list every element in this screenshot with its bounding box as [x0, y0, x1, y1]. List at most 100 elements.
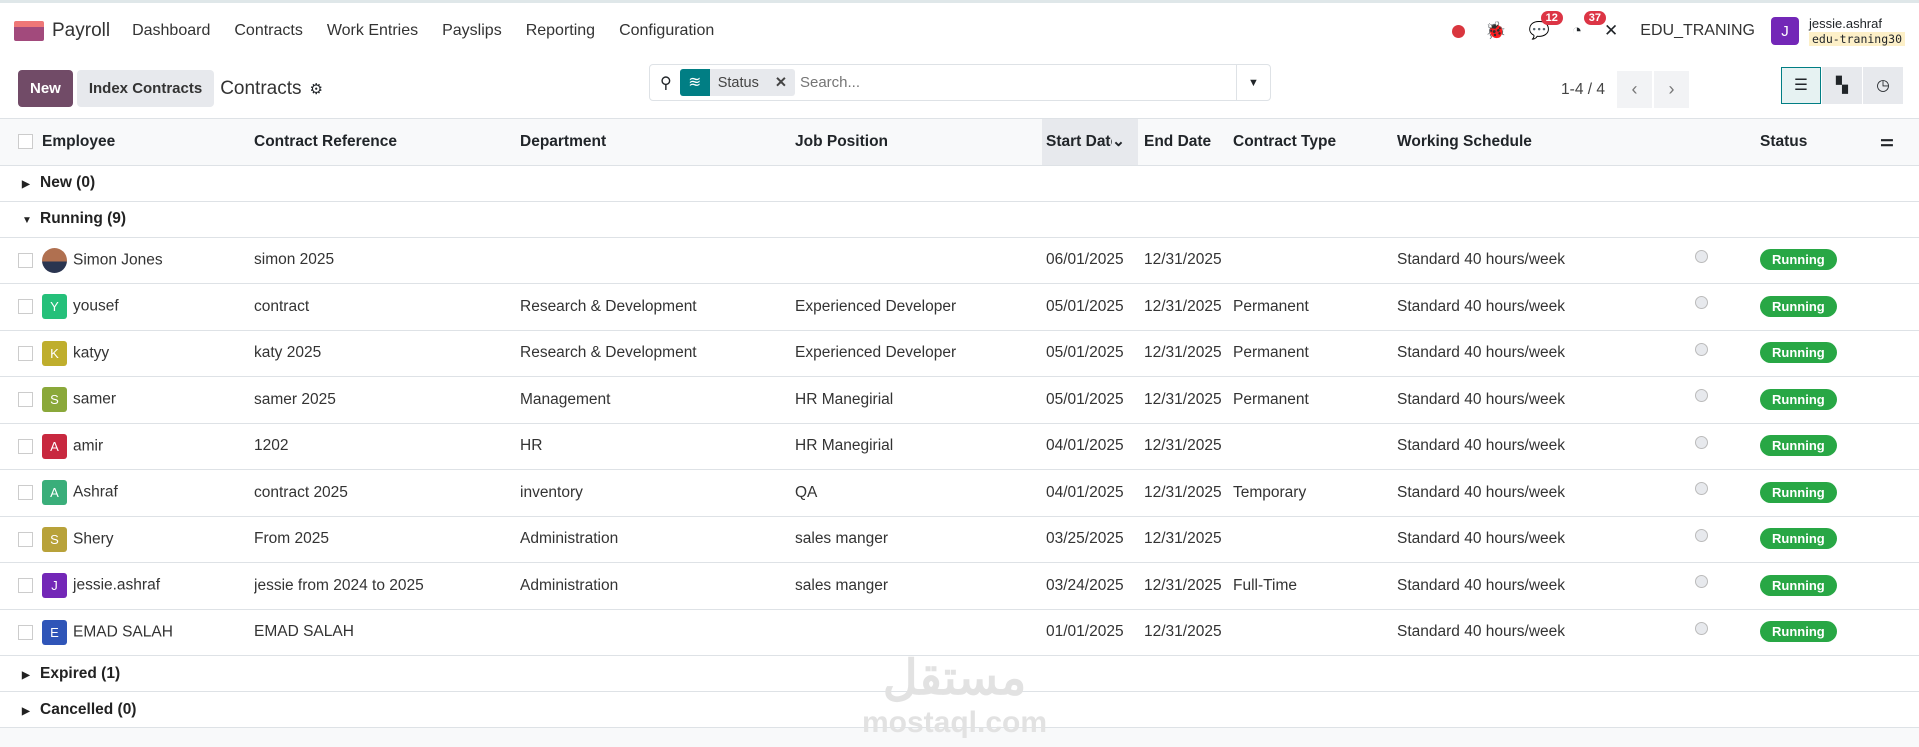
group-label: Expired (1) — [40, 664, 121, 682]
table-row[interactable]: A Ashraf contract 2025 inventory QA 04/01… — [0, 469, 1919, 517]
menu-contracts[interactable]: Contracts — [234, 22, 302, 40]
menu-configuration[interactable]: Configuration — [619, 22, 714, 40]
gear-icon[interactable]: ⚙ — [310, 80, 323, 98]
status-badge: Running — [1760, 435, 1837, 457]
app-name[interactable]: Payroll — [52, 20, 110, 42]
group-expired[interactable]: ▶ Expired (1) — [0, 655, 1919, 692]
working-schedule: Standard 40 hours/week — [1397, 330, 1667, 377]
start-date: 03/25/2025 — [1042, 516, 1138, 563]
row-checkbox[interactable] — [18, 299, 33, 315]
kanban-state-icon[interactable] — [1695, 296, 1708, 309]
col-job-position[interactable]: Job Position — [795, 119, 1042, 166]
status-badge: Running — [1760, 574, 1837, 596]
recording-dot-icon[interactable] — [1452, 24, 1466, 38]
menu-dashboard[interactable]: Dashboard — [132, 22, 210, 40]
group-label: Running (9) — [40, 210, 127, 227]
department: Administration — [520, 562, 795, 610]
group-running[interactable]: ▼ Running (9) — [0, 201, 1919, 238]
contract-type — [1233, 237, 1397, 284]
table-row[interactable]: S Shery From 2025 Administration sales ma… — [0, 516, 1919, 563]
col-working-schedule[interactable]: Working Schedule — [1397, 119, 1667, 166]
col-employee[interactable]: Employee — [42, 119, 254, 166]
row-checkbox[interactable] — [18, 252, 33, 268]
table-row[interactable]: Ssamer samer 2025 Management HR Manegiri… — [0, 376, 1919, 424]
col-department[interactable]: Department — [520, 119, 795, 166]
group-new[interactable]: ▶ New (0) — [0, 165, 1919, 202]
job-position: HR Manegirial — [795, 423, 1042, 470]
caret-right-icon: ▶ — [22, 179, 30, 190]
row-checkbox[interactable] — [18, 531, 33, 547]
table-row[interactable]: Kkatyy katy 2025 Research & Development … — [0, 330, 1919, 377]
menu-payslips[interactable]: Payslips — [442, 22, 502, 40]
list-view-button[interactable]: ☰ — [1781, 67, 1821, 104]
select-all-checkbox[interactable] — [18, 134, 33, 150]
optional-columns-icon[interactable]: ⚌ — [1880, 119, 1919, 166]
payroll-app-icon[interactable] — [14, 21, 44, 41]
user-avatar[interactable]: J — [1770, 17, 1799, 45]
job-position: sales manger — [795, 562, 1042, 610]
end-date: 12/31/2025 — [1138, 516, 1233, 563]
page-title: Contracts — [220, 77, 302, 99]
search-options-toggle[interactable]: ▼ — [1236, 65, 1270, 100]
contract-type — [1233, 516, 1397, 563]
menu-reporting[interactable]: Reporting — [526, 22, 595, 40]
user-menu[interactable]: jessie.ashraf edu-traning30 — [1808, 16, 1905, 47]
working-schedule: Standard 40 hours/week — [1397, 237, 1667, 284]
col-end-date[interactable]: End Date — [1138, 119, 1233, 166]
status-badge: Running — [1760, 295, 1837, 317]
row-checkbox[interactable] — [18, 345, 33, 361]
bug-icon[interactable]: 🐞 — [1485, 21, 1506, 41]
kanban-state-icon[interactable] — [1695, 528, 1708, 542]
menu-work-entries[interactable]: Work Entries — [327, 22, 418, 40]
table-row[interactable]: Jjessie.ashraf jessie from 2024 to 2025 … — [0, 562, 1919, 610]
activities-clock-icon[interactable]: ◔ 37 — [1572, 11, 1607, 41]
activity-view-button[interactable]: ◷ — [1863, 67, 1903, 104]
company-switcher[interactable]: EDU_TRANING — [1640, 22, 1755, 40]
status-facet[interactable]: ≋ Status ✕ — [679, 69, 795, 96]
col-status[interactable]: Status — [1760, 119, 1880, 166]
start-date: 05/01/2025 — [1042, 330, 1138, 377]
row-checkbox[interactable] — [18, 438, 33, 454]
department: HR — [520, 423, 795, 470]
row-checkbox[interactable] — [18, 392, 33, 408]
new-button[interactable]: New — [18, 70, 73, 107]
job-position: sales manger — [795, 516, 1042, 563]
col-contract-reference[interactable]: Contract Reference — [254, 119, 520, 166]
pager-value[interactable]: 1-4 / 4 — [1561, 81, 1605, 99]
pager-previous-button[interactable]: ‹ — [1617, 71, 1652, 108]
kanban-state-icon[interactable] — [1695, 575, 1708, 588]
contract-reference: contract 2025 — [254, 469, 520, 517]
kanban-state-icon[interactable] — [1695, 249, 1708, 263]
table-row[interactable]: Aamir 1202 HR HR Manegirial 04/01/2025 1… — [0, 423, 1919, 470]
table-row[interactable]: Yyousef contract Research & Development … — [0, 283, 1919, 331]
row-checkbox[interactable] — [18, 485, 33, 501]
working-schedule: Standard 40 hours/week — [1397, 283, 1667, 331]
job-position — [795, 609, 1042, 656]
row-checkbox[interactable] — [18, 624, 33, 640]
kanban-state-icon[interactable] — [1695, 342, 1708, 356]
job-position — [795, 237, 1042, 284]
kanban-state-icon[interactable] — [1695, 621, 1708, 635]
kanban-view-button[interactable]: ▚ — [1822, 67, 1862, 104]
search-input[interactable] — [799, 74, 1236, 91]
start-date: 03/24/2025 — [1042, 562, 1138, 610]
pager-next-button[interactable]: › — [1654, 71, 1689, 108]
table-row[interactable]: Simon Jones simon 2025 06/01/2025 12/31/… — [0, 237, 1919, 284]
messages-icon[interactable]: 💬 12 — [1529, 11, 1563, 41]
activities-badge: 37 — [1583, 11, 1607, 25]
index-contracts-button[interactable]: Index Contracts — [76, 70, 215, 107]
tools-icon[interactable]: ✕ — [1604, 21, 1618, 41]
contract-type: Permanent — [1233, 283, 1397, 331]
working-schedule: Standard 40 hours/week — [1397, 376, 1667, 424]
col-start-date[interactable]: Start Date⌄ — [1042, 119, 1138, 166]
job-position: HR Manegirial — [795, 376, 1042, 424]
start-date: 04/01/2025 — [1042, 423, 1138, 470]
kanban-state-icon[interactable] — [1695, 389, 1708, 402]
group-cancelled[interactable]: ▶ Cancelled (0) — [0, 691, 1919, 728]
table-row[interactable]: E EMAD SALAH EMAD SALAH 01/01/2025 12/31/… — [0, 609, 1919, 656]
remove-facet-icon[interactable]: ✕ — [767, 75, 795, 91]
kanban-state-icon[interactable] — [1695, 482, 1708, 495]
col-contract-type[interactable]: Contract Type — [1233, 119, 1397, 166]
kanban-state-icon[interactable] — [1695, 435, 1708, 449]
row-checkbox[interactable] — [18, 578, 33, 594]
